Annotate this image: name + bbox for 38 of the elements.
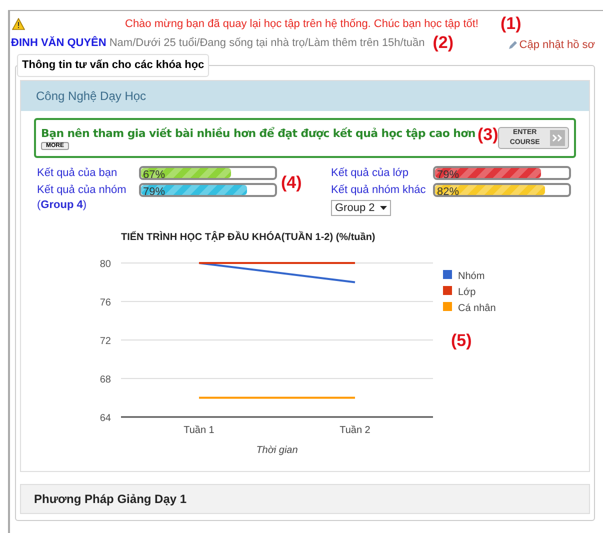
collapsed-course-header[interactable]: Phương Pháp Giảng Dạy 1 (20, 484, 590, 514)
annotation-number: (1) (500, 13, 522, 36)
progress-percent: 67% (143, 168, 166, 178)
result-label: Kết quả nhóm khác (331, 183, 427, 198)
result-label: Kết quả của bạn (37, 166, 118, 181)
x-axis-label: Thời gian (256, 445, 298, 456)
progress-percent: 82% (437, 185, 460, 195)
x-tick-label: Tuần 2 (340, 425, 370, 436)
dropdown-caret-icon (380, 206, 387, 210)
progress-percent: 79% (437, 168, 460, 178)
user-name: ĐINH VĂN QUYÊN (11, 35, 106, 51)
annotation-number: (2) (432, 32, 454, 54)
legend-label: Lớp (458, 287, 476, 298)
course-header: Công Nghệ Dạy Học (21, 81, 589, 111)
update-profile-link[interactable]: Cập nhật hồ sơ (509, 36, 595, 54)
section-legend: Thông tin tư vấn cho các khóa học (17, 54, 210, 76)
welcome-message: Chào mừng bạn đã quay lại học tập trên hệ thống. Chúc bạn học tập tốt! (125, 16, 478, 32)
x-tick-label: Tuần 1 (184, 425, 214, 436)
y-tick-label: 80 (100, 259, 111, 270)
result-label: Kết quả của lớp (331, 166, 410, 181)
y-tick-label: 76 (100, 298, 111, 308)
pencil-icon (509, 41, 518, 49)
annotation-number: (5) (451, 330, 472, 352)
legend-label: Cá nhân (458, 303, 496, 314)
annotation-number: (4) (281, 172, 303, 194)
recommendation-text: Bạn nên tham gia viết bài nhiều hơn để đạt được kết quả học tập cao hơn (41, 126, 476, 142)
y-tick-label: 68 (100, 374, 111, 386)
warning-icon (12, 18, 25, 30)
y-tick-label: 72 (100, 336, 111, 347)
chevron-icon (550, 130, 565, 146)
progress-percent: 79% (143, 185, 166, 195)
annotation-number: (3) (477, 124, 498, 146)
user-profile: Nam/Dưới 25 tuổi/Đang sống tại nhà trọ/Làm thêm trên 15h/tuần (109, 36, 425, 51)
group-select[interactable]: Group 2 (331, 200, 391, 216)
chart-title: TIẾN TRÌNH HỌC TẬP ĐẦU KHÓA(TUẦN 1-2) (%/tuần) (121, 232, 376, 243)
legend-label: Nhóm (458, 271, 485, 282)
y-tick-label: 64 (100, 413, 111, 424)
result-label: Kết quả của nhóm (Group 4) (37, 183, 128, 213)
